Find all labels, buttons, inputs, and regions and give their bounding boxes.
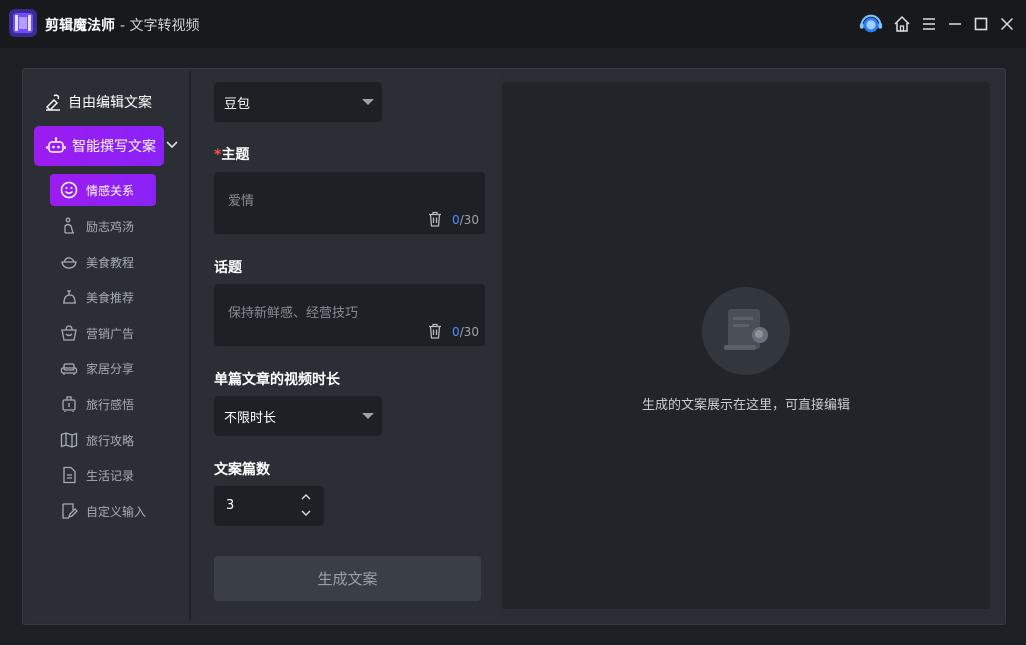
sidebar-item-label: 旅行攻略 (86, 433, 135, 448)
luggage-icon (62, 396, 76, 412)
sidebar-item-label: 情感关系 (86, 183, 135, 198)
maximize-icon[interactable] (969, 12, 993, 36)
sidebar-item-travel-thoughts[interactable]: 旅行感悟 (50, 388, 156, 420)
sidebar-item-label: 美食教程 (86, 255, 135, 270)
edit-icon (62, 503, 78, 519)
map-icon (60, 432, 78, 448)
smile-icon (60, 181, 78, 199)
support-icon[interactable] (859, 12, 883, 36)
preview-empty-text: 生成的文案展示在这里，可直接编辑 (641, 398, 850, 413)
sidebar-item-marketing[interactable]: 营销广告 (50, 317, 156, 349)
duration-label: 单篇文章的视频时长 (214, 372, 340, 388)
sidebar-item-label: 励志鸡汤 (86, 219, 135, 234)
duration-select[interactable]: 不限时长 (214, 396, 382, 436)
sidebar-item-emotion[interactable]: 情感关系 (50, 174, 156, 206)
home-icon[interactable] (890, 12, 914, 36)
trash-icon[interactable] (428, 211, 442, 227)
chevron-down-icon[interactable] (164, 137, 180, 153)
nav-free-edit-label: 自由编辑文案 (68, 95, 152, 111)
sidebar-item-label: 自定义输入 (86, 504, 147, 519)
minimize-icon[interactable] (943, 12, 967, 36)
sidebar-item-label: 旅行感悟 (86, 397, 135, 412)
close-icon[interactable] (995, 12, 1019, 36)
model-select-value: 豆包 (224, 96, 251, 112)
theme-label: *主题 (214, 147, 250, 163)
count-stepper[interactable]: 3 (214, 486, 324, 526)
nav-ai-write-label: 智能撰写文案 (72, 139, 156, 155)
basket-icon (61, 325, 77, 341)
trash-icon[interactable] (428, 323, 442, 339)
app-subtitle: - 文字转视频 (120, 18, 200, 34)
theme-placeholder: 爱情 (228, 194, 255, 209)
runner-icon (64, 217, 74, 234)
pen-icon (46, 94, 60, 111)
topic-input[interactable]: 保持新鲜感、经营技巧 0/30 (214, 284, 485, 346)
sidebar-item-label: 生活记录 (86, 468, 135, 483)
sidebar-item-food-recommend[interactable]: 美食推荐 (50, 281, 156, 313)
preview-panel[interactable]: 生成的文案展示在这里，可直接编辑 (502, 82, 990, 609)
title-bar: 剪辑魔法师 - 文字转视频 (0, 0, 1026, 48)
caret-down-icon (362, 413, 374, 419)
sofa-icon (60, 363, 78, 375)
topic-label: 话题 (214, 260, 242, 276)
topic-char-count: 0/30 (452, 325, 479, 339)
menu-icon[interactable] (917, 12, 941, 36)
sidebar-item-life-record[interactable]: 生活记录 (50, 459, 156, 491)
robot-icon (46, 137, 66, 153)
generate-button[interactable]: 生成文案 (214, 556, 481, 601)
document-icon (63, 466, 76, 484)
topic-placeholder: 保持新鲜感、经营技巧 (228, 306, 359, 321)
sidebar-item-home[interactable]: 家居分享 (50, 352, 156, 384)
caret-down-icon (362, 99, 374, 105)
sidebar-item-label: 美食推荐 (86, 290, 135, 305)
duration-select-value: 不限时长 (224, 410, 277, 426)
sidebar-item-label: 营销广告 (86, 326, 135, 341)
sidebar-item-cooking[interactable]: 美食教程 (50, 246, 156, 278)
sidebar-item-travel-guide[interactable]: 旅行攻略 (50, 424, 156, 456)
theme-char-count: 0/30 (452, 213, 479, 227)
empty-document-icon (702, 287, 790, 375)
count-label: 文案篇数 (214, 462, 270, 478)
sidebar-item-label: 家居分享 (86, 361, 135, 376)
nav-ai-write[interactable]: 智能撰写文案 (34, 126, 164, 166)
nav-free-edit[interactable]: 自由编辑文案 (44, 90, 152, 114)
theme-input[interactable]: 爱情 0/30 (214, 172, 485, 234)
app-name: 剪辑魔法师 (45, 18, 115, 34)
app-logo-icon (9, 9, 37, 37)
chevron-down-icon[interactable] (300, 508, 312, 518)
chevron-up-icon[interactable] (300, 492, 312, 502)
sidebar-item-custom-input[interactable]: 自定义输入 (50, 495, 156, 527)
chef-icon (63, 290, 76, 304)
bowl-icon (61, 257, 77, 269)
count-value: 3 (226, 498, 235, 513)
sidebar-item-motivation[interactable]: 励志鸡汤 (50, 210, 156, 242)
model-select[interactable]: 豆包 (214, 82, 382, 122)
